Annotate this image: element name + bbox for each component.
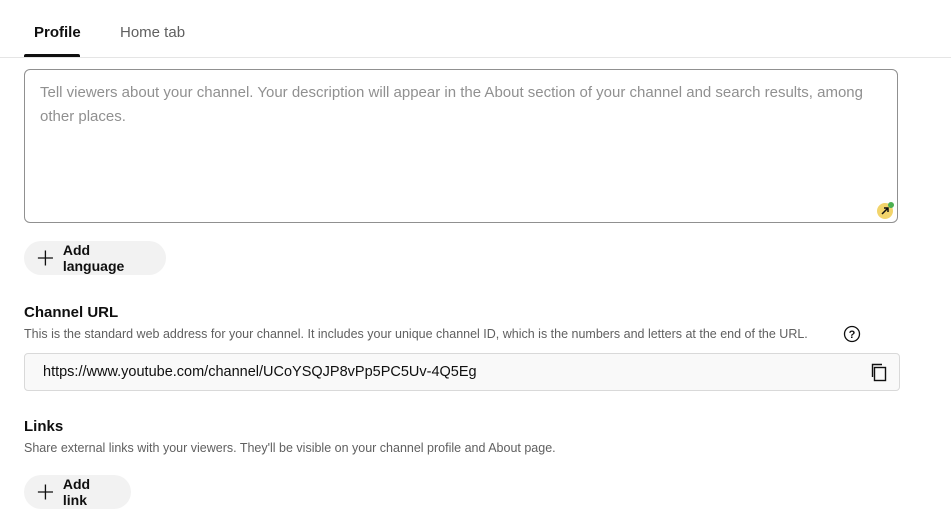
add-language-button[interactable]: Add language <box>24 241 166 275</box>
description-textarea[interactable] <box>40 81 880 201</box>
resize-indicator-dot <box>888 202 894 208</box>
resize-handle-icon[interactable] <box>877 202 894 219</box>
add-language-label: Add language <box>62 242 125 274</box>
tab-home[interactable]: Home tab <box>120 24 185 42</box>
help-circle-icon[interactable]: ? <box>843 325 861 343</box>
svg-text:?: ? <box>849 329 856 341</box>
copy-icon[interactable] <box>869 362 889 382</box>
plus-icon <box>37 250 53 266</box>
tab-bar: Profile Home tab <box>0 0 951 58</box>
channel-url-description: This is the standard web address for you… <box>24 327 808 341</box>
tab-profile[interactable]: Profile <box>34 24 81 42</box>
add-link-button[interactable]: Add link <box>24 475 131 509</box>
description-field[interactable] <box>24 69 898 223</box>
channel-customization-page: Profile Home tab Add language Channel UR… <box>0 0 951 528</box>
channel-url-value[interactable]: https://www.youtube.com/channel/UCoYSQJP… <box>43 363 477 381</box>
channel-url-title: Channel URL <box>24 304 119 321</box>
links-title: Links <box>24 418 64 435</box>
plus-icon <box>37 484 53 500</box>
links-description: Share external links with your viewers. … <box>24 441 556 455</box>
active-tab-indicator <box>24 54 80 57</box>
add-link-label: Add link <box>62 476 91 508</box>
channel-url-field[interactable]: https://www.youtube.com/channel/UCoYSQJP… <box>24 353 900 391</box>
